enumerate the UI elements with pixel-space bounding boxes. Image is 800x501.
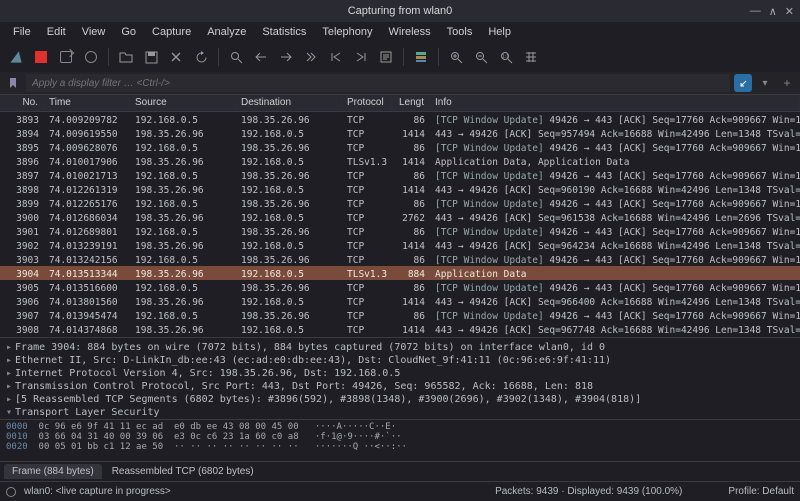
capture-options-button[interactable]: [80, 46, 102, 68]
details-line[interactable]: ▸Transmission Control Protocol, Src Port…: [6, 380, 794, 393]
menu-help[interactable]: Help: [481, 24, 518, 40]
main-toolbar: 1:1: [0, 42, 800, 72]
status-bar: wlan0: <live capture in progress> Packet…: [0, 481, 800, 501]
details-line[interactable]: ▸Ethernet II, Src: D-LinkIn_db:ee:43 (ec…: [6, 354, 794, 367]
colorize-button[interactable]: [410, 46, 432, 68]
packet-row[interactable]: 390874.014374868198.35.26.96192.168.0.5T…: [0, 322, 800, 336]
status-interface-label: wlan0: <live capture in progress>: [24, 486, 171, 497]
bytes-row[interactable]: 0010 03 66 04 31 40 00 39 06 e3 0c c6 23…: [6, 432, 794, 442]
svg-text:1:1: 1:1: [502, 54, 509, 60]
details-line[interactable]: ▸[5 Reassembled TCP Segments (6802 bytes…: [6, 393, 794, 406]
toolbar-separator: [403, 48, 404, 66]
packet-row[interactable]: 390774.013945474192.168.0.5198.35.26.96T…: [0, 308, 800, 322]
col-header-info[interactable]: Info: [430, 95, 800, 111]
zoom-in-button[interactable]: [445, 46, 467, 68]
filter-bookmark-icon[interactable]: [4, 74, 22, 92]
zoom-out-button[interactable]: [470, 46, 492, 68]
col-header-dst[interactable]: Destination: [236, 95, 342, 111]
menu-wireless[interactable]: Wireless: [382, 24, 438, 40]
title-bar: Capturing from wlan0 — ∧ ✕: [0, 0, 800, 22]
col-header-no[interactable]: No.: [0, 95, 44, 111]
bytes-row[interactable]: 0020 00 05 01 bb c1 12 ae 50 ·· ·· ·· ··…: [6, 442, 794, 452]
menu-view[interactable]: View: [75, 24, 113, 40]
go-first-button[interactable]: [325, 46, 347, 68]
col-header-prot[interactable]: Protocol: [342, 95, 392, 111]
open-file-button[interactable]: [115, 46, 137, 68]
display-filter-bar: ▾ +: [0, 72, 800, 94]
bytes-tab[interactable]: Frame (884 bytes): [4, 464, 102, 479]
display-filter-input[interactable]: [26, 74, 730, 92]
details-line[interactable]: ▸Internet Protocol Version 4, Src: 198.3…: [6, 367, 794, 380]
menu-analyze[interactable]: Analyze: [200, 24, 253, 40]
restart-capture-button[interactable]: [55, 46, 77, 68]
packet-list[interactable]: 389374.009209782192.168.0.5198.35.26.96T…: [0, 112, 800, 337]
col-header-src[interactable]: Source: [130, 95, 236, 111]
packet-row[interactable]: 390174.012689801192.168.0.5198.35.26.96T…: [0, 224, 800, 238]
filter-apply-button[interactable]: [734, 74, 752, 92]
packet-row[interactable]: 390074.012686034198.35.26.96192.168.0.5T…: [0, 210, 800, 224]
expert-info-icon[interactable]: [6, 487, 16, 497]
menu-bar: FileEditViewGoCaptureAnalyzeStatisticsTe…: [0, 22, 800, 42]
filter-add-button[interactable]: +: [778, 74, 796, 92]
menu-capture[interactable]: Capture: [145, 24, 198, 40]
menu-file[interactable]: File: [6, 24, 38, 40]
packet-list-header[interactable]: No. Time Source Destination Protocol Len…: [0, 94, 800, 112]
zoom-reset-button[interactable]: 1:1: [495, 46, 517, 68]
menu-tools[interactable]: Tools: [440, 24, 480, 40]
go-back-button[interactable]: [250, 46, 272, 68]
details-line[interactable]: ▸Frame 3904: 884 bytes on wire (7072 bit…: [6, 341, 794, 354]
go-forward-button[interactable]: [275, 46, 297, 68]
packet-row[interactable]: 389974.012265176192.168.0.5198.35.26.96T…: [0, 196, 800, 210]
reload-button[interactable]: [190, 46, 212, 68]
packet-row[interactable]: 390674.013801560198.35.26.96192.168.0.5T…: [0, 294, 800, 308]
menu-go[interactable]: Go: [114, 24, 143, 40]
toolbar-separator: [218, 48, 219, 66]
details-line[interactable]: ▾Transport Layer Security: [6, 406, 794, 419]
menu-telephony[interactable]: Telephony: [315, 24, 379, 40]
packet-row[interactable]: 390374.013242156192.168.0.5198.35.26.96T…: [0, 252, 800, 266]
col-header-time[interactable]: Time: [44, 95, 130, 111]
window-maximize-icon[interactable]: ∧: [769, 5, 777, 18]
find-button[interactable]: [225, 46, 247, 68]
byte-view-tabs: Frame (884 bytes)Reassembled TCP (6802 b…: [0, 461, 800, 481]
packet-row[interactable]: 389874.012261319198.35.26.96192.168.0.5T…: [0, 182, 800, 196]
packet-row[interactable]: 390474.013513344198.35.26.96192.168.0.5T…: [0, 266, 800, 280]
col-header-len[interactable]: Lengt: [392, 95, 430, 111]
start-capture-button[interactable]: [5, 46, 27, 68]
auto-scroll-button[interactable]: [375, 46, 397, 68]
stop-capture-button[interactable]: [30, 46, 52, 68]
bytes-row[interactable]: 0000 0c 96 e6 9f 41 11 ec ad e0 db ee 43…: [6, 422, 794, 432]
go-to-packet-button[interactable]: [300, 46, 322, 68]
packet-row[interactable]: 389374.009209782192.168.0.5198.35.26.96T…: [0, 112, 800, 126]
toolbar-separator: [108, 48, 109, 66]
packet-row[interactable]: 389574.009628076192.168.0.5198.35.26.96T…: [0, 140, 800, 154]
save-file-button[interactable]: [140, 46, 162, 68]
packet-bytes-pane[interactable]: 0000 0c 96 e6 9f 41 11 ec ad e0 db ee 43…: [0, 419, 800, 461]
packet-row[interactable]: 390274.013239191198.35.26.96192.168.0.5T…: [0, 238, 800, 252]
menu-statistics[interactable]: Statistics: [255, 24, 313, 40]
status-packet-count: Packets: 9439 · Displayed: 9439 (100.0%): [495, 486, 682, 497]
packet-row[interactable]: 389474.009619550198.35.26.96192.168.0.5T…: [0, 126, 800, 140]
window-minimize-icon[interactable]: —: [750, 5, 761, 18]
bytes-tab[interactable]: Reassembled TCP (6802 bytes): [104, 464, 262, 479]
toolbar-separator: [438, 48, 439, 66]
packet-row[interactable]: 389774.010021713192.168.0.5198.35.26.96T…: [0, 168, 800, 182]
packet-details-pane[interactable]: ▸Frame 3904: 884 bytes on wire (7072 bit…: [0, 337, 800, 419]
packet-row[interactable]: 390574.013516600192.168.0.5198.35.26.96T…: [0, 280, 800, 294]
menu-edit[interactable]: Edit: [40, 24, 73, 40]
go-last-button[interactable]: [350, 46, 372, 68]
window-title: Capturing from wlan0: [348, 5, 453, 17]
close-file-button[interactable]: [165, 46, 187, 68]
window-close-icon[interactable]: ✕: [785, 5, 794, 18]
status-profile[interactable]: Profile: Default: [728, 486, 794, 497]
filter-history-dropdown[interactable]: ▾: [756, 74, 774, 92]
packet-row[interactable]: 389674.010017906198.35.26.96192.168.0.5T…: [0, 154, 800, 168]
resize-columns-button[interactable]: [520, 46, 542, 68]
